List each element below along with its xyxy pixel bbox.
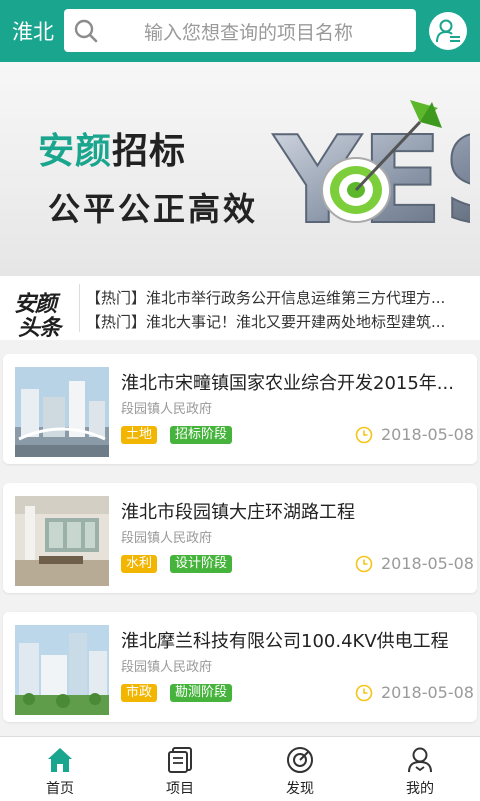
search-icon [74, 19, 98, 43]
headlines-logo: 安颜 头条 [14, 286, 72, 341]
project-date-text: 2018-05-08 [381, 425, 474, 444]
project-card[interactable]: 淮北市宋疃镇国家农业综合开发2015年... 段园镇人民政府 土地 招标阶段 2… [3, 354, 477, 464]
top-bar: 淮北 输入您想查询的项目名称 [0, 0, 480, 62]
banner-title-rest: 招标 [112, 131, 187, 172]
home-icon [48, 748, 72, 772]
bottom-tab-bar: 首页 项目 发现 我的 [0, 736, 480, 801]
project-thumbnail [15, 496, 109, 586]
banner-title: 安颜招标 [38, 122, 186, 174]
project-organization: 段园镇人民政府 [121, 660, 213, 675]
stage-tag: 招标阶段 [170, 426, 233, 444]
tab-label: 首页 [46, 781, 74, 797]
tab-label: 我的 [406, 781, 434, 797]
banner-title-accent: 安颜 [38, 131, 113, 172]
project-title: 淮北市段园镇大庄环湖路工程 [121, 502, 355, 523]
tab-profile[interactable]: 我的 [360, 737, 480, 801]
project-card[interactable]: 淮北市段园镇大庄环湖路工程 段园镇人民政府 水利 设计阶段 2018-05-08 [3, 483, 477, 593]
project-card[interactable]: 淮北摩兰科技有限公司100.4KV供电工程 段园镇人民政府 市政 勘测阶段 20… [3, 612, 477, 722]
project-date: 2018-05-08 [355, 424, 474, 446]
clock-icon [355, 555, 373, 573]
project-thumbnail [15, 367, 109, 457]
profile-icon [408, 747, 432, 773]
project-organization: 段园镇人民政府 [121, 531, 213, 546]
discover-icon [287, 747, 313, 773]
clock-icon [355, 426, 373, 444]
city-selector[interactable]: 淮北 [12, 16, 54, 46]
headlines-logo-line2: 头条 [18, 316, 61, 341]
project-date: 2018-05-08 [355, 682, 474, 704]
user-menu-button[interactable] [429, 12, 467, 50]
tab-discover[interactable]: 发现 [240, 737, 360, 801]
project-thumbnail [15, 625, 109, 715]
yes-target-illustration: YES [271, 100, 470, 252]
project-date-text: 2018-05-08 [381, 683, 474, 702]
search-placeholder: 输入您想查询的项目名称 [144, 22, 354, 44]
category-tag: 市政 [121, 684, 158, 702]
category-tag: 土地 [121, 426, 158, 444]
clock-icon [355, 684, 373, 702]
headlines-ticker: 安颜 头条 【热门】淮北市举行政务公开信息运维第三方代理方... 【热门】淮北大… [0, 276, 480, 341]
category-tag: 水利 [121, 555, 158, 573]
project-title: 淮北市宋疃镇国家农业综合开发2015年... [121, 373, 454, 394]
tab-label: 项目 [166, 781, 194, 797]
stage-tag: 设计阶段 [170, 555, 233, 573]
project-date: 2018-05-08 [355, 553, 474, 575]
banner-subtitle: 公平公正高效 [48, 190, 259, 228]
project-organization: 段园镇人民政府 [121, 402, 213, 417]
tab-label: 发现 [286, 781, 314, 797]
divider [79, 284, 80, 332]
stage-tag: 勘测阶段 [170, 684, 233, 702]
tab-home[interactable]: 首页 [0, 737, 120, 801]
user-list-icon [436, 19, 460, 43]
project-title: 淮北摩兰科技有限公司100.4KV供电工程 [121, 631, 449, 652]
headline-item[interactable]: 【热门】淮北大事记！淮北又要开建两处地标型建筑... [86, 311, 466, 332]
project-icon [168, 747, 192, 773]
headline-item[interactable]: 【热门】淮北市举行政务公开信息运维第三方代理方... [86, 287, 466, 308]
tab-projects[interactable]: 项目 [120, 737, 240, 801]
project-date-text: 2018-05-08 [381, 554, 474, 573]
promo-banner[interactable]: 安颜招标 公平公正高效 YES [0, 62, 480, 276]
search-bar[interactable]: 输入您想查询的项目名称 [64, 9, 416, 52]
